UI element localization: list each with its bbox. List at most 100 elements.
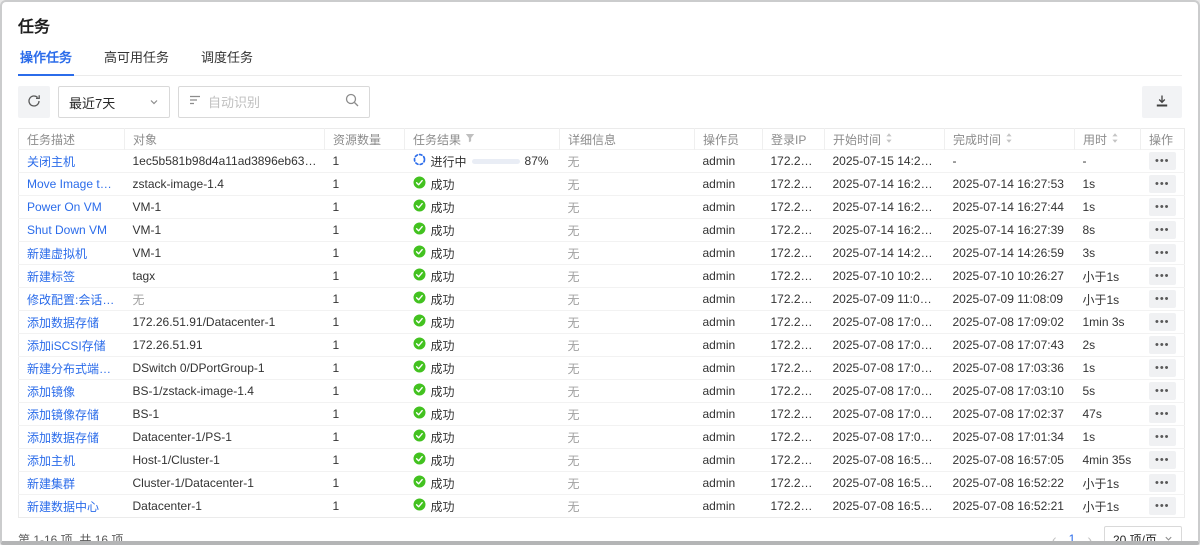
login-ip-cell: 172.22.2... (763, 265, 825, 288)
column-label: 任务描述 (27, 131, 75, 148)
more-actions-button[interactable]: ••• (1149, 382, 1176, 400)
date-range-select[interactable]: 最近7天 (58, 86, 170, 118)
more-actions-button[interactable]: ••• (1149, 244, 1176, 262)
start-time-cell: 2025-07-08 17:01:33 (825, 426, 945, 449)
end-time-cell: 2025-07-14 16:27:39 (945, 219, 1075, 242)
task-link[interactable]: Shut Down VM (27, 223, 107, 237)
task-link[interactable]: 关闭主机 (27, 153, 75, 170)
start-time-cell: 2025-07-08 17:07:41 (825, 334, 945, 357)
detail-cell: 无 (560, 219, 695, 242)
search-input[interactable] (208, 95, 338, 110)
tab-2[interactable]: 调度任务 (199, 47, 255, 75)
detail-cell: 无 (560, 173, 695, 196)
check-circle-icon (413, 245, 426, 261)
start-time-cell: 2025-07-14 16:27:52 (825, 173, 945, 196)
check-circle-icon (413, 360, 426, 376)
login-ip-cell: 172.22.2... (763, 403, 825, 426)
object-cell: VM-1 (125, 242, 325, 265)
table-row: 添加镜像存储BS-11成功无admin172.22.2...2025-07-08… (19, 403, 1185, 426)
start-time-cell: 2025-07-09 11:08:09 (825, 288, 945, 311)
refresh-button[interactable] (18, 86, 50, 118)
table-row: 新建分布式端口组DSwitch 0/DPortGroup-11成功无admin1… (19, 357, 1185, 380)
detail-cell: 无 (560, 288, 695, 311)
more-actions-button[interactable]: ••• (1149, 198, 1176, 216)
check-circle-icon (413, 314, 426, 330)
table-row: 新建标签tagx1成功无admin172.22.2...2025-07-10 1… (19, 265, 1185, 288)
sort-carets-icon[interactable] (885, 132, 893, 147)
task-link[interactable]: 添加iSCSI存储 (27, 337, 106, 354)
task-link[interactable]: 添加镜像 (27, 383, 75, 400)
operator-cell: admin (695, 173, 763, 196)
next-page-button[interactable]: › (1087, 532, 1092, 545)
more-actions-button[interactable]: ••• (1149, 359, 1176, 377)
more-actions-button[interactable]: ••• (1149, 474, 1176, 492)
resource-count-cell: 1 (325, 150, 405, 173)
more-actions-button[interactable]: ••• (1149, 175, 1176, 193)
page-size-value: 20 项/页 (1113, 531, 1157, 545)
items-summary: 第 1-16 项, 共 16 项 (18, 531, 123, 545)
tab-bar: 操作任务高可用任务调度任务 (18, 47, 1182, 76)
column-header-5: 操作员 (695, 129, 763, 150)
duration-cell: 小于1s (1075, 265, 1141, 288)
resource-count-cell: 1 (325, 426, 405, 449)
page-size-select[interactable]: 20 项/页 (1104, 526, 1182, 545)
column-header-8[interactable]: 完成时间 (945, 129, 1075, 150)
task-link[interactable]: 添加镜像存储 (27, 406, 99, 423)
more-actions-button[interactable]: ••• (1149, 313, 1176, 331)
object-cell: BS-1/zstack-image-1.4 (125, 380, 325, 403)
more-actions-button[interactable]: ••• (1149, 428, 1176, 446)
more-actions-button[interactable]: ••• (1149, 290, 1176, 308)
resource-count-cell: 1 (325, 449, 405, 472)
task-result-cell: 成功 (405, 472, 560, 495)
more-actions-button[interactable]: ••• (1149, 405, 1176, 423)
sort-carets-icon[interactable] (1005, 132, 1013, 147)
more-actions-button[interactable]: ••• (1149, 221, 1176, 239)
task-link[interactable]: 新建标签 (27, 268, 75, 285)
task-link[interactable]: 新建集群 (27, 475, 75, 492)
prev-page-button[interactable]: ‹ (1052, 532, 1057, 545)
status-label: 进行中 (431, 153, 467, 170)
search-box[interactable] (178, 86, 370, 118)
check-circle-icon (413, 268, 426, 284)
task-link[interactable]: 新建虚拟机 (27, 245, 87, 262)
filter-funnel-icon[interactable] (465, 132, 475, 146)
status-label: 成功 (431, 291, 455, 308)
duration-cell: 2s (1075, 334, 1141, 357)
pagination: ‹ 1 › 20 项/页 (1052, 526, 1182, 545)
column-header-3[interactable]: 任务结果 (405, 129, 560, 150)
column-label: 任务结果 (413, 131, 461, 148)
current-page[interactable]: 1 (1069, 532, 1076, 545)
column-header-9[interactable]: 用时 (1075, 129, 1141, 150)
more-actions-button[interactable]: ••• (1149, 497, 1176, 515)
start-time-cell: 2025-07-08 17:03:05 (825, 380, 945, 403)
task-link[interactable]: 添加数据存储 (27, 314, 99, 331)
task-link[interactable]: 修改配置:会话超时... (27, 291, 117, 308)
operator-cell: admin (695, 150, 763, 173)
task-link[interactable]: 添加数据存储 (27, 429, 99, 446)
check-circle-icon (413, 222, 426, 238)
detail-cell: 无 (560, 495, 695, 518)
column-header-7[interactable]: 开始时间 (825, 129, 945, 150)
tab-1[interactable]: 高可用任务 (102, 47, 171, 75)
object-cell: 172.26.51.91/Datacenter-1 (125, 311, 325, 334)
table-row: 添加镜像BS-1/zstack-image-1.41成功无admin172.22… (19, 380, 1185, 403)
duration-cell: 1s (1075, 196, 1141, 219)
task-link[interactable]: 新建数据中心 (27, 498, 99, 515)
duration-cell: 3s (1075, 242, 1141, 265)
more-actions-button[interactable]: ••• (1149, 267, 1176, 285)
task-link[interactable]: Move Image to Rec... (27, 177, 117, 191)
operator-cell: admin (695, 288, 763, 311)
more-actions-button[interactable]: ••• (1149, 152, 1176, 170)
tab-0[interactable]: 操作任务 (18, 47, 74, 76)
task-link[interactable]: Power On VM (27, 200, 102, 214)
table-row: 新建虚拟机VM-11成功无admin172.22.2...2025-07-14 … (19, 242, 1185, 265)
more-actions-button[interactable]: ••• (1149, 336, 1176, 354)
more-actions-button[interactable]: ••• (1149, 451, 1176, 469)
sort-carets-icon[interactable] (1111, 132, 1119, 147)
task-link[interactable]: 新建分布式端口组 (27, 360, 117, 377)
end-time-cell: 2025-07-08 17:01:34 (945, 426, 1075, 449)
task-link[interactable]: 添加主机 (27, 452, 75, 469)
tasks-table: 任务描述对象资源数量任务结果详细信息操作员登录IP开始时间完成时间用时操作 关闭… (18, 128, 1185, 518)
export-button[interactable] (1142, 86, 1182, 118)
column-label: 用时 (1083, 131, 1107, 148)
